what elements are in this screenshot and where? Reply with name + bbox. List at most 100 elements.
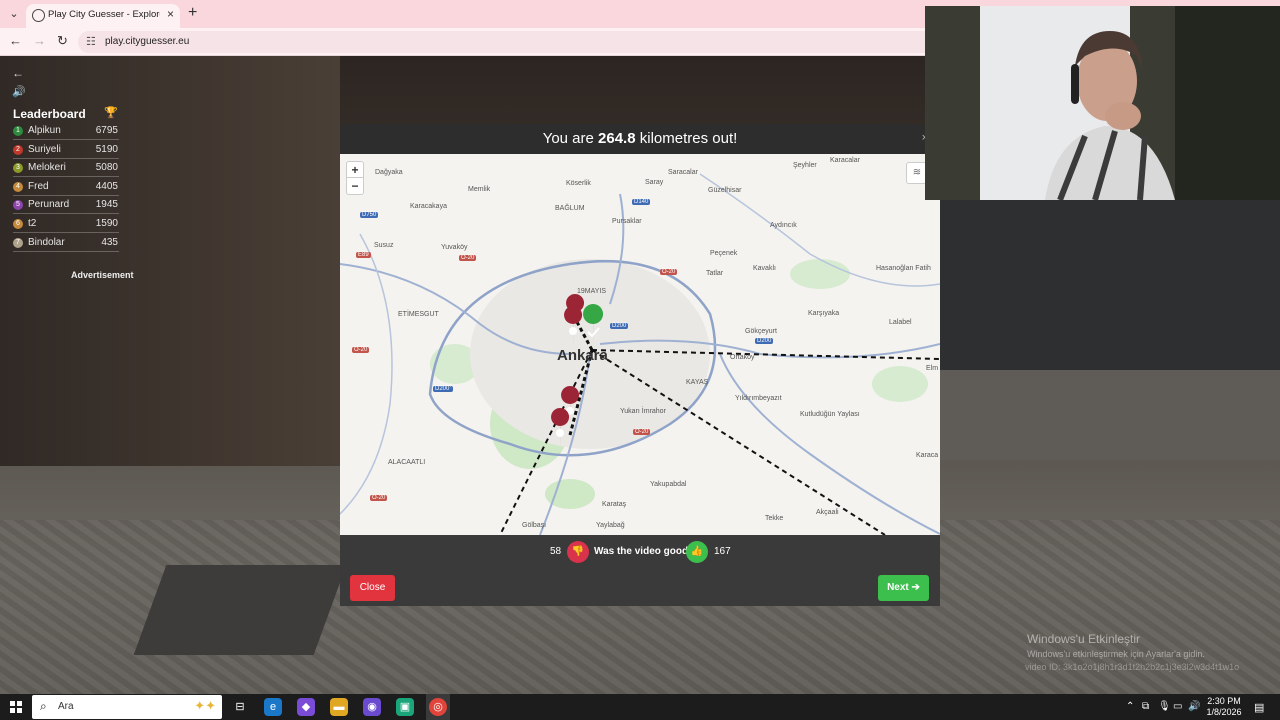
url-bar[interactable]: ☷ play.cityguesser.eu	[78, 31, 948, 53]
map-road-label: O-20	[633, 429, 651, 435]
app-green-icon[interactable]: ▣	[396, 698, 414, 716]
player-score: 5080	[95, 162, 118, 174]
map-city-label: Ankara	[557, 347, 608, 364]
notification-icon[interactable]: ▤	[1254, 701, 1264, 714]
map-place-label: 19MAYIS	[577, 288, 607, 295]
map-place-label: Yuvaköy	[441, 244, 468, 251]
map-place-label: Şeyhler	[793, 162, 817, 169]
map-road-label: O-20	[660, 269, 678, 275]
browser-tab[interactable]: Play City Guesser - Explore the ×	[26, 4, 180, 28]
volume-icon[interactable]: 🔊	[1188, 701, 1200, 712]
map-road-label: D750	[360, 212, 379, 218]
street-view-manhole	[133, 565, 347, 655]
taskbar-time[interactable]: 2:30 PM	[1206, 696, 1242, 706]
windows-start-icon[interactable]	[10, 701, 22, 713]
map-place-label: Memlik	[468, 186, 491, 193]
map-road-label: D200	[610, 323, 629, 329]
map-zoom-control: + −	[346, 161, 364, 195]
map-place-label: Saray	[645, 179, 664, 186]
player-score: 435	[101, 236, 118, 248]
rank-badge: 3	[13, 163, 23, 174]
back-arrow-icon[interactable]: ←	[12, 66, 24, 80]
back-arrow-icon[interactable]: ←	[9, 33, 22, 48]
leaderboard-row: 5 Perunard 1945	[13, 198, 119, 215]
map-place-label: Pursaklar	[612, 218, 642, 225]
tray-app-icon[interactable]: ⧉	[1142, 701, 1149, 712]
tab-close-icon[interactable]: ×	[167, 7, 174, 21]
like-count: 167	[714, 546, 731, 557]
result-modal: You are 264.8 kilometres out! ×	[340, 124, 940, 606]
leaderboard-row: 7 Bindolar 435	[13, 236, 119, 252]
map-place-label: Gökçeyurt	[745, 328, 777, 335]
result-map[interactable]: + − ≋ Ankara Dağyaka Memlik Köserlik Saray S…	[340, 154, 940, 535]
result-distance: 264.8	[598, 130, 636, 147]
discord-icon[interactable]: ◉	[363, 698, 381, 716]
result-prefix: You are	[542, 130, 599, 147]
map-place-label: Tekke	[765, 515, 784, 522]
map-place-label: Dağyaka	[375, 169, 403, 176]
forward-arrow-icon[interactable]: →	[33, 33, 46, 48]
microphone-icon[interactable]: 🎙	[1158, 701, 1171, 712]
map-place-label: Gölbaşı	[522, 522, 547, 529]
advertisement-label: Advertisement	[71, 270, 134, 280]
vote-bar: 58 👎 Was the video good? 👍 167	[340, 535, 940, 568]
map-place-label: Karaca	[916, 452, 939, 459]
copilot-icon[interactable]: ◆	[297, 698, 315, 716]
tray-chevron-icon[interactable]: ⌃	[1126, 701, 1134, 712]
map-road-label: O-20	[459, 255, 477, 261]
map-road-label: D140	[632, 199, 651, 205]
dislike-count: 58	[550, 546, 562, 557]
leaderboard-row: 1 Alpikun 6795	[13, 124, 119, 140]
search-icon: ⌕	[40, 699, 47, 713]
map-place-label: BAĞLUM	[555, 205, 585, 212]
chrome-icon[interactable]: ◎	[429, 698, 447, 716]
site-info-icon[interactable]: ☷	[86, 35, 96, 48]
edge-icon[interactable]: e	[264, 698, 282, 716]
url-text: play.cityguesser.eu	[105, 36, 190, 47]
player-name: Melokeri	[28, 162, 66, 174]
network-icon[interactable]: ▭	[1173, 701, 1182, 712]
reload-icon[interactable]: ↻	[57, 33, 68, 49]
tab-title: Play City Guesser - Explore the	[48, 9, 160, 20]
map-place-label: Yukarı İmrahor	[620, 408, 666, 415]
taskbar-search-box[interactable]: ⌕ Ara ✦✦	[32, 695, 222, 719]
result-heading: You are 264.8 kilometres out!	[340, 124, 940, 154]
task-view-icon[interactable]: ⊟	[231, 698, 249, 716]
webcam-person	[1045, 31, 1175, 200]
zoom-in-button[interactable]: +	[347, 162, 363, 178]
player-name: t2	[28, 218, 37, 229]
globe-icon	[32, 9, 45, 22]
trophy-icon: 🏆	[104, 107, 118, 119]
player-score: 1945	[95, 199, 118, 211]
street-view-steps	[940, 370, 1280, 460]
map-place-label: Saracalar	[668, 169, 698, 176]
map-place-label: Karşıyaka	[808, 310, 840, 317]
player-score: 1590	[95, 218, 118, 229]
windows-taskbar: ⌕ Ara ✦✦ ⊟ e ◆ ▬ ◉ ▣ ◎ ⌃ ⧉ 🎙 ▭ 🔊 2:30 PM…	[0, 694, 1280, 720]
activation-watermark-subtitle: Windows'u etkinleştirmek için Ayarlar'a …	[1027, 649, 1205, 659]
player-score: 5190	[95, 143, 118, 155]
player-name: Bindolar	[28, 236, 65, 248]
taskbar-date[interactable]: 1/8/2026	[1203, 707, 1245, 717]
zoom-out-button[interactable]: −	[347, 178, 363, 194]
next-button[interactable]: Next ➔	[878, 575, 929, 601]
map-canvas	[340, 173, 940, 535]
tab-search-chevron-icon[interactable]: ⌄	[6, 6, 22, 22]
map-place-label: Ortaköy	[730, 354, 755, 361]
thumbs-up-icon[interactable]: 👍	[686, 541, 708, 563]
map-road-label: D200	[433, 386, 452, 392]
close-button[interactable]: Close	[350, 575, 395, 601]
file-explorer-icon[interactable]: ▬	[330, 698, 348, 716]
map-place-label: Lalabel	[889, 319, 912, 326]
map-road-label: E89	[356, 252, 371, 258]
map-place-label: Karacakaya	[410, 203, 447, 210]
map-place-label: Karataş	[602, 501, 627, 508]
map-road-label: O-20	[352, 347, 370, 353]
copilot-sparkle-icon[interactable]: ✦✦	[194, 698, 216, 714]
new-tab-icon[interactable]: +	[188, 4, 197, 22]
rank-badge: 5	[13, 200, 23, 211]
map-place-label: Akçaali	[816, 509, 839, 516]
map-place-label: Susuz	[374, 242, 394, 249]
thumbs-down-icon[interactable]: 👎	[567, 541, 589, 563]
speaker-icon[interactable]: 🔊	[12, 85, 26, 98]
